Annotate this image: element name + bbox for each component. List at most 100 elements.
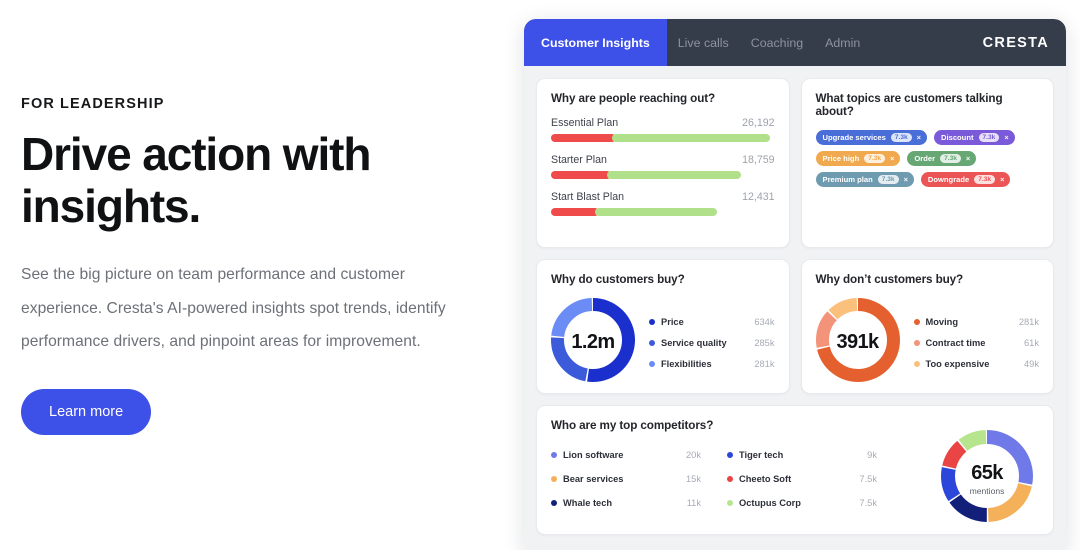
legend-value: 281k xyxy=(754,358,775,369)
donut-center-value: 65k xyxy=(971,461,1003,484)
bar-segment-red xyxy=(551,134,616,142)
chip-remove-icon[interactable]: × xyxy=(1004,133,1009,142)
legend-dot-icon xyxy=(649,318,655,325)
topic-chip[interactable]: Premium plan 7.3k × xyxy=(815,172,914,187)
bar-list: Essential Plan 26,192 Starter Plan 18,759 St… xyxy=(551,117,775,216)
card-reaching-out: Why are people reaching out? Essential P… xyxy=(536,78,790,248)
board-row-2: Why do customers buy? 1.2m Price 634k Serv… xyxy=(536,259,1054,394)
topic-chip[interactable]: Order 7.3k × xyxy=(907,151,977,166)
chip-remove-icon[interactable]: × xyxy=(966,154,971,163)
bar-track xyxy=(551,208,721,216)
bar-label: Start Blast Plan xyxy=(551,191,625,203)
chip-label: Upgrade services xyxy=(822,133,886,142)
legend-dot-icon xyxy=(727,500,733,506)
legend-row: Contract time 61k xyxy=(913,337,1039,348)
legend-label: Too expensive xyxy=(925,358,990,369)
legend-dot-icon xyxy=(551,500,557,506)
competitor-column-1: Lion software 20k Bear services 15k Whale te… xyxy=(551,450,701,508)
board-row-3: Who are my top competitors? Lion softwar… xyxy=(536,405,1054,535)
competitors-donut-chart: 65k mentions xyxy=(941,430,1033,527)
competitor-value: 15k xyxy=(686,474,701,484)
legend-value: 281k xyxy=(1018,316,1039,327)
page-subcopy: See the big picture on team performance … xyxy=(21,266,446,351)
competitor-row: Octupus Corp 7.5k xyxy=(727,498,877,508)
legend-dot-icon xyxy=(649,360,655,367)
dashboard-panel: Customer Insights Live calls Coaching Ad… xyxy=(524,19,1066,550)
chip-count: 7.3k xyxy=(940,154,961,163)
legend-label: Flexibilities xyxy=(661,358,712,369)
chip-count: 7.3k xyxy=(864,154,886,163)
page-root: FOR LEADERSHIP Drive action with insight… xyxy=(0,0,1080,550)
card-title: Why do customers buy? xyxy=(551,273,685,286)
legend-label: Service quality xyxy=(661,337,727,348)
competitor-row: Whale tech 11k xyxy=(551,498,701,508)
tab-admin[interactable]: Admin xyxy=(814,19,871,66)
donut-center-sublabel: mentions xyxy=(969,485,1005,496)
donut-center-value: 391k xyxy=(836,331,879,353)
legend-dot-icon xyxy=(551,476,557,482)
legend-row: Moving 281k xyxy=(913,316,1039,327)
bar-value: 12,431 xyxy=(742,191,775,203)
tab-customer-insights[interactable]: Customer Insights xyxy=(524,19,667,66)
competitor-row: Lion software 20k xyxy=(551,450,701,460)
bar-segment-green xyxy=(607,171,742,179)
legend-row: Too expensive 49k xyxy=(913,358,1039,369)
competitor-value: 9k xyxy=(867,450,877,460)
competitor-value: 7.5k xyxy=(859,498,877,508)
chip-label: Price high xyxy=(822,154,860,163)
chip-remove-icon[interactable]: × xyxy=(904,175,909,184)
competitor-label: Lion software xyxy=(563,450,624,460)
legend-value: 61k xyxy=(1024,337,1039,348)
chip-label: Downgrade xyxy=(927,175,970,184)
bar-segment-red xyxy=(551,171,612,179)
why-not-buy-legend: Moving 281k Contract time 61k Too expensive 4… xyxy=(913,316,1039,369)
learn-more-button[interactable]: Learn more xyxy=(21,388,152,435)
why-buy-donut-chart: 1.2m xyxy=(551,298,635,387)
legend-label: Moving xyxy=(925,316,959,327)
chip-count: 7.3k xyxy=(890,133,912,142)
legend-row: Service quality 285k xyxy=(649,338,775,348)
topic-chip-list: Upgrade services 7.3k × Discount 7.3k × Price … xyxy=(815,130,1040,187)
bar-track xyxy=(551,171,745,179)
card-competitors: Who are my top competitors? Lion softwar… xyxy=(536,405,1054,535)
competitor-label: Tiger tech xyxy=(739,450,784,460)
topic-chip[interactable]: Price high 7.3k × xyxy=(815,151,901,166)
donut-center-value: 1.2m xyxy=(571,331,615,353)
competitor-value: 11k xyxy=(686,498,701,508)
legend-dot-icon xyxy=(727,452,733,458)
chip-remove-icon[interactable]: × xyxy=(1000,175,1005,184)
legend-value: 285k xyxy=(754,337,775,348)
competitor-column-2: Tiger tech 9k Cheeto Soft 7.5k Octupus Corp 7… xyxy=(727,450,877,508)
card-topics: What topics are customers talking about?… xyxy=(800,78,1054,248)
dashboard-topbar: Customer Insights Live calls Coaching Ad… xyxy=(524,19,1066,66)
competitor-label: Bear services xyxy=(563,474,624,484)
board-row-1: Why are people reaching out? Essential P… xyxy=(536,78,1054,248)
topic-chip[interactable]: Downgrade 7.3k × xyxy=(920,172,1011,187)
topic-chip[interactable]: Upgrade services 7.3k × xyxy=(815,130,927,145)
chip-label: Discount xyxy=(941,133,974,142)
legend-row: Flexibilities 281k xyxy=(649,359,775,369)
competitor-row: Cheeto Soft 7.5k xyxy=(727,474,877,484)
legend-dot-icon xyxy=(649,339,655,346)
bar-value: 26,192 xyxy=(742,117,775,129)
competitor-value: 20k xyxy=(686,450,701,460)
bar-segment-green xyxy=(594,208,717,216)
tab-coaching[interactable]: Coaching xyxy=(740,19,814,66)
competitor-value: 7.5k xyxy=(859,474,877,484)
eyebrow-label: FOR LEADERSHIP xyxy=(21,96,165,112)
topic-chip[interactable]: Discount 7.3k × xyxy=(934,130,1015,145)
bar-row: Starter Plan 18,759 xyxy=(551,154,775,179)
chip-remove-icon[interactable]: × xyxy=(890,154,895,163)
cresta-logo: CRESTA xyxy=(982,34,1049,51)
bar-label: Starter Plan xyxy=(551,154,607,166)
page-title: Drive action with insights. xyxy=(21,128,371,232)
tab-live-calls[interactable]: Live calls xyxy=(667,19,740,66)
legend-dot-icon xyxy=(913,360,920,367)
bar-row: Essential Plan 26,192 xyxy=(551,117,775,142)
competitor-label: Whale tech xyxy=(563,498,613,508)
legend-dot-icon xyxy=(913,318,920,325)
chip-label: Order xyxy=(914,154,936,163)
legend-value: 49k xyxy=(1024,358,1039,369)
marketing-column: FOR LEADERSHIP Drive action with insight… xyxy=(0,0,500,550)
chip-remove-icon[interactable]: × xyxy=(917,133,922,142)
